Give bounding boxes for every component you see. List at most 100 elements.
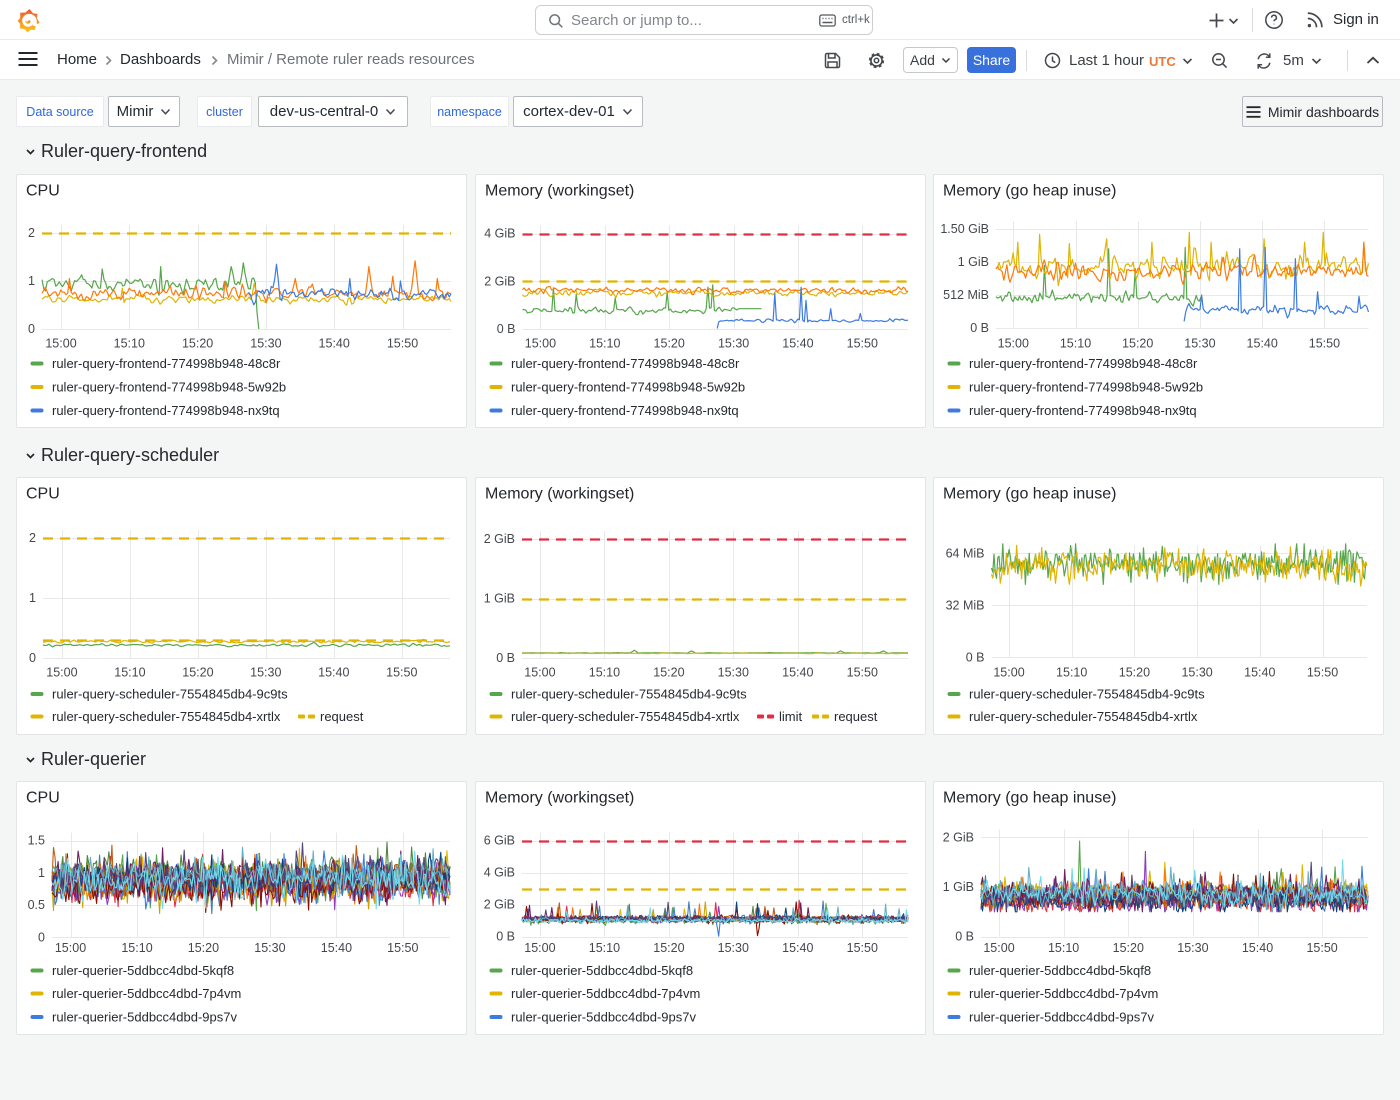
svg-text:1.50 GiB: 1.50 GiB <box>940 222 989 236</box>
svg-text:1: 1 <box>29 591 36 605</box>
svg-text:1: 1 <box>38 866 45 880</box>
svg-text:ruler-query-scheduler-7554845d: ruler-query-scheduler-7554845db4-9c9ts <box>969 687 1205 702</box>
svg-text:15:40: 15:40 <box>782 666 813 680</box>
svg-text:15:40: 15:40 <box>1247 337 1278 351</box>
svg-text:15:00: 15:00 <box>525 337 556 351</box>
svg-text:15:50: 15:50 <box>1309 337 1340 351</box>
svg-text:15:50: 15:50 <box>847 337 878 351</box>
svg-text:ruler-query-scheduler-7554845d: ruler-query-scheduler-7554845db4-xrtlx <box>52 709 281 724</box>
svg-text:15:10: 15:10 <box>589 941 620 955</box>
svg-text:ruler-querier-5ddbcc4dbd-9ps7v: ruler-querier-5ddbcc4dbd-9ps7v <box>511 1010 696 1025</box>
svg-text:Memory (workingset): Memory (workingset) <box>485 486 634 503</box>
svg-text:6 GiB: 6 GiB <box>484 834 515 848</box>
svg-text:15:50: 15:50 <box>847 941 878 955</box>
svg-text:15:00: 15:00 <box>524 941 555 955</box>
svg-text:ruler-query-frontend-774998b94: ruler-query-frontend-774998b948-nx9tq <box>511 403 739 418</box>
svg-text:ruler-query-frontend-774998b94: ruler-query-frontend-774998b948-48c8r <box>52 356 281 371</box>
svg-text:4 GiB: 4 GiB <box>484 866 515 880</box>
svg-text:15:30: 15:30 <box>250 666 281 680</box>
svg-text:15:10: 15:10 <box>1056 666 1087 680</box>
svg-text:15:00: 15:00 <box>55 941 86 955</box>
svg-text:15:00: 15:00 <box>993 666 1024 680</box>
svg-text:15:50: 15:50 <box>387 337 418 351</box>
svg-text:ruler-querier-5ddbcc4dbd-5kqf8: ruler-querier-5ddbcc4dbd-5kqf8 <box>969 963 1151 978</box>
svg-text:CPU: CPU <box>26 486 60 503</box>
svg-text:15:50: 15:50 <box>847 666 878 680</box>
svg-text:ruler-query-frontend-774998b94: ruler-query-frontend-774998b948-48c8r <box>969 356 1198 371</box>
svg-text:15:40: 15:40 <box>782 941 813 955</box>
svg-text:CPU: CPU <box>26 790 60 807</box>
svg-text:ruler-querier-5ddbcc4dbd-9ps7v: ruler-querier-5ddbcc4dbd-9ps7v <box>969 1010 1154 1025</box>
svg-text:15:30: 15:30 <box>718 941 749 955</box>
svg-text:15:00: 15:00 <box>524 666 555 680</box>
svg-text:15:20: 15:20 <box>653 666 684 680</box>
svg-text:15:40: 15:40 <box>1242 941 1273 955</box>
svg-text:15:20: 15:20 <box>182 337 213 351</box>
svg-text:ruler-querier-5ddbcc4dbd-7p4vm: ruler-querier-5ddbcc4dbd-7p4vm <box>969 986 1158 1001</box>
svg-text:Memory (go heap inuse): Memory (go heap inuse) <box>943 183 1116 200</box>
svg-text:0: 0 <box>29 651 36 665</box>
svg-text:15:20: 15:20 <box>1122 337 1153 351</box>
svg-text:Memory (workingset): Memory (workingset) <box>485 183 634 200</box>
svg-text:ruler-query-scheduler-7554845d: ruler-query-scheduler-7554845db4-xrtlx <box>511 709 740 724</box>
svg-text:0 B: 0 B <box>970 321 989 335</box>
svg-text:request: request <box>320 709 364 724</box>
svg-text:ruler-query-scheduler-7554845d: ruler-query-scheduler-7554845db4-9c9ts <box>511 687 747 702</box>
svg-text:2: 2 <box>28 226 35 240</box>
svg-text:15:00: 15:00 <box>45 337 76 351</box>
svg-text:2: 2 <box>29 531 36 545</box>
svg-text:ruler-querier-5ddbcc4dbd-9ps7v: ruler-querier-5ddbcc4dbd-9ps7v <box>52 1010 237 1025</box>
svg-text:15:50: 15:50 <box>1307 666 1338 680</box>
svg-text:0: 0 <box>38 931 45 945</box>
svg-text:15:30: 15:30 <box>1184 337 1215 351</box>
svg-text:0 B: 0 B <box>497 322 516 336</box>
svg-text:ruler-query-frontend-774998b94: ruler-query-frontend-774998b948-nx9tq <box>969 403 1197 418</box>
svg-text:0 B: 0 B <box>955 930 974 944</box>
svg-text:request: request <box>834 709 878 724</box>
svg-text:ruler-query-frontend-774998b94: ruler-query-frontend-774998b948-48c8r <box>511 356 740 371</box>
svg-text:15:30: 15:30 <box>254 941 285 955</box>
svg-text:15:30: 15:30 <box>250 337 281 351</box>
svg-text:15:20: 15:20 <box>1113 941 1144 955</box>
svg-text:1 GiB: 1 GiB <box>484 592 515 606</box>
svg-text:CPU: CPU <box>26 183 60 200</box>
svg-text:15:40: 15:40 <box>1244 666 1275 680</box>
svg-text:ruler-query-scheduler-7554845d: ruler-query-scheduler-7554845db4-9c9ts <box>52 687 288 702</box>
svg-text:1: 1 <box>28 274 35 288</box>
svg-text:15:30: 15:30 <box>718 337 749 351</box>
svg-text:15:10: 15:10 <box>1048 941 1079 955</box>
svg-text:15:00: 15:00 <box>46 666 77 680</box>
svg-text:15:20: 15:20 <box>188 941 219 955</box>
svg-text:15:20: 15:20 <box>1119 666 1150 680</box>
svg-text:ruler-query-frontend-774998b94: ruler-query-frontend-774998b948-5w92b <box>969 380 1203 395</box>
svg-text:ruler-querier-5ddbcc4dbd-5kqf8: ruler-querier-5ddbcc4dbd-5kqf8 <box>511 963 693 978</box>
svg-text:0.5: 0.5 <box>28 898 45 912</box>
svg-text:15:40: 15:40 <box>318 666 349 680</box>
svg-text:15:40: 15:40 <box>321 941 352 955</box>
svg-text:ruler-querier-5ddbcc4dbd-5kqf8: ruler-querier-5ddbcc4dbd-5kqf8 <box>52 963 234 978</box>
svg-text:15:30: 15:30 <box>1181 666 1212 680</box>
svg-text:1 GiB: 1 GiB <box>943 880 974 894</box>
svg-text:ruler-query-frontend-774998b94: ruler-query-frontend-774998b948-5w92b <box>52 380 286 395</box>
svg-text:15:30: 15:30 <box>1177 941 1208 955</box>
svg-text:Memory (go heap inuse): Memory (go heap inuse) <box>943 486 1116 503</box>
svg-text:15:10: 15:10 <box>114 337 145 351</box>
svg-text:2 GiB: 2 GiB <box>484 898 515 912</box>
svg-text:15:30: 15:30 <box>718 666 749 680</box>
svg-text:0: 0 <box>28 322 35 336</box>
svg-text:15:20: 15:20 <box>653 941 684 955</box>
svg-text:64 MiB: 64 MiB <box>946 547 985 561</box>
svg-text:2 GiB: 2 GiB <box>484 532 515 546</box>
svg-text:ruler-querier-5ddbcc4dbd-7p4vm: ruler-querier-5ddbcc4dbd-7p4vm <box>511 986 700 1001</box>
svg-text:15:10: 15:10 <box>589 337 620 351</box>
svg-text:15:00: 15:00 <box>998 337 1029 351</box>
svg-text:2 GiB: 2 GiB <box>484 274 515 288</box>
svg-text:15:50: 15:50 <box>1306 941 1337 955</box>
svg-text:limit: limit <box>779 709 802 724</box>
svg-text:Memory (workingset): Memory (workingset) <box>485 790 634 807</box>
svg-text:0 B: 0 B <box>496 651 515 665</box>
svg-text:15:40: 15:40 <box>782 337 813 351</box>
svg-text:15:40: 15:40 <box>319 337 350 351</box>
svg-text:15:10: 15:10 <box>114 666 145 680</box>
svg-text:15:50: 15:50 <box>386 666 417 680</box>
